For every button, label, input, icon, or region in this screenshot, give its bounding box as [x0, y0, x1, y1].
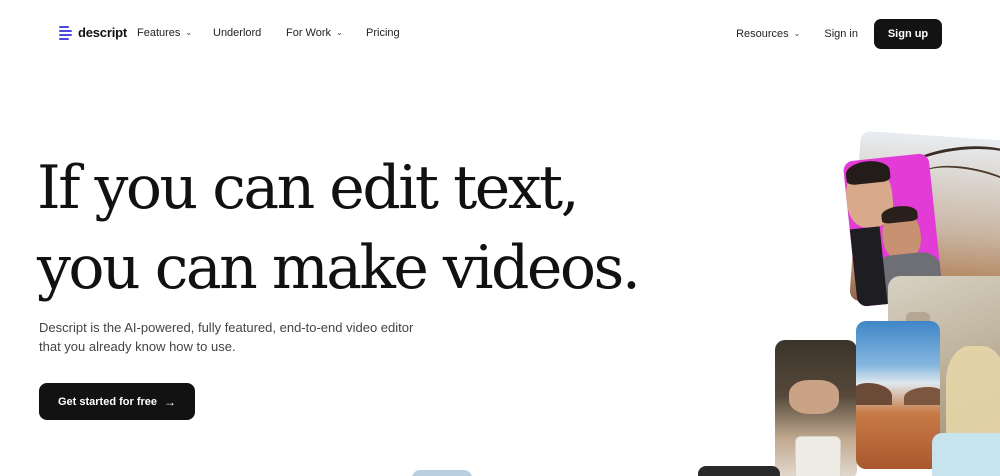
descript-logo-icon — [59, 25, 72, 40]
hero-headline-line-1: If you can edit text, — [37, 153, 580, 223]
hero-headline: If you can edit text, you can make video… — [37, 148, 641, 308]
arrow-right-icon: → — [164, 394, 177, 409]
primary-nav: Features ⌄ Underlord For Work ⌄ Pricing — [137, 27, 400, 39]
nav-features[interactable]: Features ⌄ — [137, 27, 192, 39]
get-started-button[interactable]: Get started for free → — [39, 383, 195, 420]
logo-text: descript — [78, 25, 127, 40]
hero-headline-line-2: you can make videos. — [37, 233, 641, 303]
nav-for-work[interactable]: For Work ⌄ — [286, 27, 343, 39]
nav-underlord[interactable]: Underlord — [213, 27, 261, 39]
hero-subtitle-line-1: Descript is the AI-powered, fully featur… — [39, 320, 414, 335]
hero-subtitle-line-2: that you already know how to use. — [39, 339, 236, 354]
chevron-down-icon: ⌄ — [185, 27, 193, 37]
blue-backdrop-image — [932, 433, 1000, 476]
sign-in-label: Sign in — [824, 28, 858, 40]
nav-resources[interactable]: Resources ⌄ — [736, 28, 800, 40]
sign-up-button[interactable]: Sign up — [874, 19, 942, 49]
nav-resources-label: Resources — [736, 28, 789, 40]
chevron-down-icon: ⌄ — [336, 27, 343, 37]
secondary-nav: Resources ⌄ Sign in Sign up — [736, 19, 942, 49]
hand-with-cup-image — [775, 340, 857, 476]
desert-landscape-image — [856, 321, 940, 469]
top-navbar: descript Features ⌄ Underlord For Work ⌄… — [0, 0, 1000, 68]
chevron-down-icon: ⌄ — [793, 28, 801, 38]
descript-logo[interactable]: descript — [59, 25, 127, 40]
nav-pricing[interactable]: Pricing — [366, 27, 400, 39]
nav-underlord-label: Underlord — [213, 27, 262, 39]
nav-pricing-label: Pricing — [366, 27, 400, 39]
bottom-preview-image-right — [698, 466, 780, 476]
bottom-preview-image-left — [412, 470, 472, 476]
nav-features-label: Features — [137, 27, 181, 39]
get-started-label: Get started for free — [57, 395, 158, 408]
nav-for-work-label: For Work — [286, 27, 332, 39]
hero-subtitle: Descript is the AI-powered, fully featur… — [39, 318, 459, 356]
sign-in-link[interactable]: Sign in — [824, 28, 858, 40]
